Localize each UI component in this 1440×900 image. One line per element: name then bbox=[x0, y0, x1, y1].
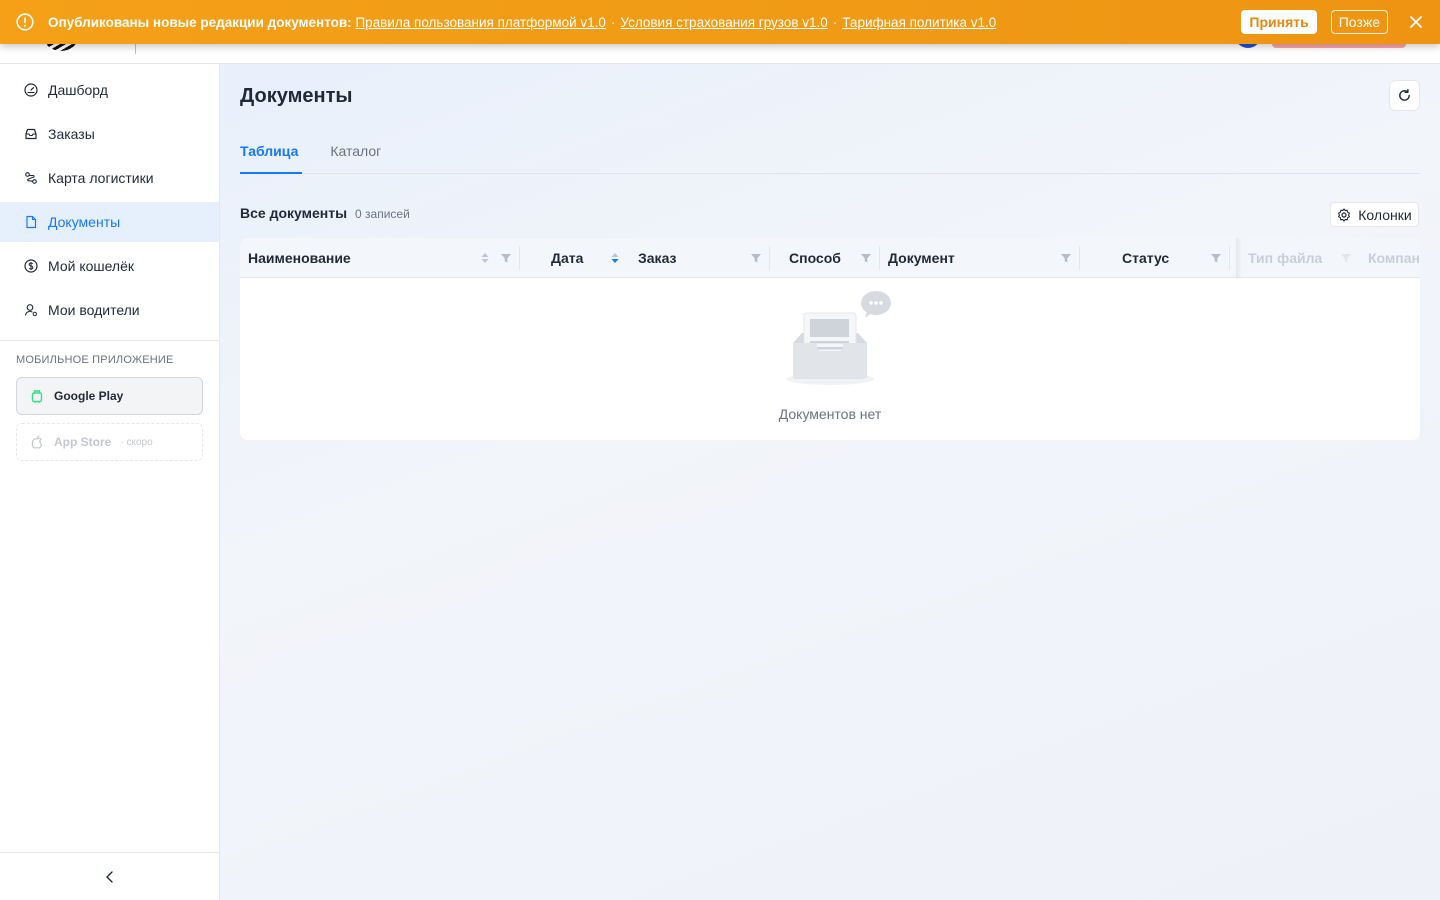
google-play-button[interactable]: Google Play bbox=[16, 377, 203, 415]
banner-message: Опубликованы новые редакции документов: … bbox=[48, 15, 996, 30]
apple-icon bbox=[31, 435, 43, 449]
sidebar: Дашборд Заказы Карта логистики Документы… bbox=[0, 64, 220, 900]
column-label: Дата bbox=[551, 250, 584, 266]
column-header-document[interactable]: Документ bbox=[880, 238, 1080, 278]
sidebar-item-label: Карта логистики bbox=[48, 170, 154, 186]
later-button[interactable]: Позже bbox=[1330, 10, 1388, 34]
sort-descending-icon[interactable] bbox=[610, 251, 620, 265]
sidebar-collapse-button[interactable] bbox=[0, 852, 219, 900]
column-label: Документ bbox=[888, 250, 955, 266]
list-title: Все документы bbox=[240, 205, 348, 221]
link-cargo-insurance[interactable]: Условия страхования грузов v1.0 bbox=[620, 15, 827, 30]
dashboard-icon bbox=[24, 83, 38, 97]
column-label: Тип файла bbox=[1248, 250, 1323, 266]
sidebar-item-label: Мой кошелёк bbox=[48, 258, 135, 274]
android-icon bbox=[31, 389, 43, 403]
sidebar-item-label: Документы bbox=[48, 214, 121, 230]
sidebar-item-label: Дашборд bbox=[48, 82, 108, 98]
mobile-app-title: Мобильное приложение bbox=[16, 354, 174, 366]
column-header-name[interactable]: Наименование bbox=[240, 238, 520, 278]
sidebar-nav: Дашборд Заказы Карта логистики Документы… bbox=[0, 64, 219, 330]
sidebar-item-label: Заказы bbox=[48, 126, 95, 142]
empty-state: Документов нет bbox=[240, 279, 1420, 440]
column-label: Статус bbox=[1122, 250, 1170, 266]
column-header-company[interactable]: Компан bbox=[1360, 238, 1420, 278]
main-content: Документы Таблица Каталог Все документы … bbox=[220, 64, 1440, 900]
column-header-method[interactable]: Способ bbox=[770, 238, 880, 278]
column-divider bbox=[1229, 246, 1230, 270]
link-tariff-policy[interactable]: Тарифная политика v1.0 bbox=[842, 15, 996, 30]
filter-icon[interactable] bbox=[1060, 251, 1072, 265]
dollar-icon bbox=[24, 259, 38, 273]
sidebar-item-wallet[interactable]: Мой кошелёк bbox=[0, 246, 219, 286]
tab-table[interactable]: Таблица bbox=[240, 130, 303, 174]
link-platform-rules[interactable]: Правила пользования платформой v1.0 bbox=[355, 15, 605, 30]
column-header-file-type[interactable]: Тип файла bbox=[1240, 238, 1360, 278]
documents-table: Наименование Дата Заказ Способ Документ … bbox=[240, 238, 1420, 440]
record-count: 0 записей bbox=[355, 207, 410, 221]
banner-prefix: Опубликованы новые редакции документов: bbox=[48, 14, 352, 30]
empty-inbox-icon bbox=[786, 291, 891, 385]
banner-separator: · bbox=[832, 14, 838, 30]
view-tabs: Таблица Каталог bbox=[240, 130, 1420, 174]
warning-icon bbox=[16, 13, 34, 31]
table-header: Наименование Дата Заказ Способ Документ … bbox=[240, 238, 1420, 278]
sidebar-item-logistics-map[interactable]: Карта логистики bbox=[0, 158, 219, 198]
column-label: Заказ bbox=[638, 250, 677, 266]
inbox-icon bbox=[25, 128, 37, 140]
documents-update-banner: Опубликованы новые редакции документов: … bbox=[0, 0, 1440, 44]
tab-catalog[interactable]: Каталог bbox=[330, 130, 381, 173]
filter-icon[interactable] bbox=[1210, 251, 1222, 265]
columns-label: Колонки bbox=[1358, 206, 1412, 223]
sidebar-item-label: Мои водители bbox=[48, 302, 140, 318]
filter-icon[interactable] bbox=[750, 251, 762, 265]
google-play-label: Google Play bbox=[54, 389, 124, 403]
close-icon[interactable] bbox=[1408, 14, 1424, 30]
sidebar-item-documents[interactable]: Документы bbox=[0, 202, 219, 242]
file-icon bbox=[26, 215, 37, 229]
filter-icon[interactable] bbox=[500, 251, 512, 265]
column-header-status[interactable]: Статус bbox=[1080, 238, 1230, 278]
list-header: Все документы 0 записей bbox=[240, 205, 410, 221]
columns-button[interactable]: Колонки bbox=[1330, 202, 1419, 227]
drivers-icon bbox=[24, 304, 38, 317]
refresh-button[interactable] bbox=[1389, 80, 1420, 111]
accept-button[interactable]: Принять bbox=[1241, 10, 1317, 34]
route-icon bbox=[25, 172, 37, 184]
filter-icon[interactable] bbox=[860, 251, 872, 265]
chevron-left-icon bbox=[105, 870, 113, 883]
column-label: Способ bbox=[789, 250, 841, 266]
column-header-order[interactable]: Заказ bbox=[630, 238, 770, 278]
gear-icon bbox=[1338, 207, 1351, 222]
app-store-soon-label: · скоро bbox=[120, 436, 153, 448]
page-title: Документы bbox=[240, 85, 353, 107]
sidebar-item-drivers[interactable]: Мои водители bbox=[0, 290, 219, 330]
app-store-label: App Store bbox=[54, 435, 112, 449]
sidebar-item-orders[interactable]: Заказы bbox=[0, 114, 219, 154]
sidebar-item-dashboard[interactable]: Дашборд bbox=[0, 70, 219, 110]
app-store-button: App Store · скоро bbox=[16, 423, 203, 461]
column-label: Наименование bbox=[248, 250, 351, 266]
banner-separator: · bbox=[610, 14, 616, 30]
filter-icon[interactable] bbox=[1340, 251, 1352, 265]
sort-icon[interactable] bbox=[480, 251, 490, 265]
column-header-date[interactable]: Дата bbox=[520, 238, 630, 278]
column-label: Компан bbox=[1368, 250, 1420, 266]
refresh-icon bbox=[1399, 88, 1410, 101]
empty-state-text: Документов нет bbox=[778, 406, 882, 422]
